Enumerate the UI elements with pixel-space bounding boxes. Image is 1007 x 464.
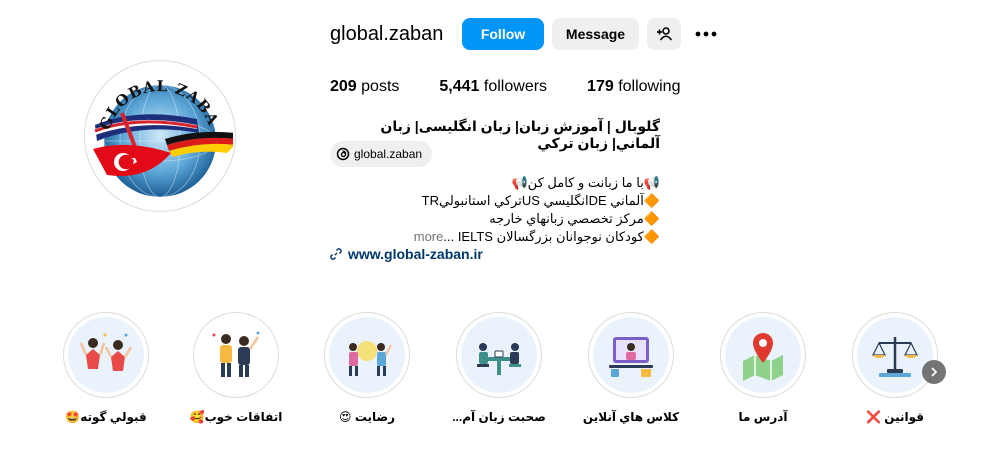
follow-button[interactable]: Follow <box>462 18 544 50</box>
highlight-ring <box>852 312 938 398</box>
highlight-5[interactable]: كلاس هاي آنلاين <box>566 312 696 424</box>
highlight-cover <box>329 317 405 393</box>
posts-count: 209 <box>330 78 357 95</box>
profile-avatar[interactable]: GLOBAL ZABAN <box>84 60 240 216</box>
highlight-3[interactable]: رضایت 😍 <box>302 312 432 424</box>
highlight-1[interactable]: قبولي گوته🤩 <box>41 312 171 424</box>
bio-line-2: 🔶آلماني DEانگليسي USتركي استانبوليTR <box>421 193 660 208</box>
posts-label: posts <box>361 78 400 95</box>
highlight-4[interactable]: صحبت زبان آم... <box>434 312 564 424</box>
group-celebration-icon <box>212 331 260 377</box>
highlight-label: صحبت زبان آم... <box>452 410 546 424</box>
celebrating-people-icon <box>79 333 133 371</box>
highlight-cover <box>857 317 933 393</box>
message-button[interactable]: Message <box>552 18 639 50</box>
website-link[interactable]: www.global-zaban.ir <box>330 246 483 262</box>
link-icon <box>330 248 342 260</box>
scales-of-justice-icon <box>872 337 918 377</box>
highlight-label: كلاس هاي آنلاين <box>582 410 680 424</box>
following-stat[interactable]: 179 following <box>587 78 680 96</box>
bio-line-4-row: 🔶كودكان نوجوانان بزرگسالان IELTS ...more <box>330 228 660 246</box>
more-options-button[interactable] <box>690 18 722 50</box>
bio-line-3: 🔶مرکز تخصصي زبانهاي خارجه <box>489 211 660 226</box>
more-link[interactable]: more <box>414 228 444 246</box>
highlight-ring <box>324 312 410 398</box>
bio-line-1: 📢با ما زبانت و کامل کن📢 <box>511 175 661 190</box>
username: global.zaban <box>330 22 444 45</box>
satisfaction-people-icon <box>349 341 392 376</box>
posts-stat: 209 posts <box>330 78 399 96</box>
highlight-ring <box>588 312 674 398</box>
global-zaban-logo: GLOBAL ZABAN <box>87 63 233 208</box>
more-options-icon <box>695 31 717 37</box>
highlights-next-button[interactable] <box>922 360 946 384</box>
highlight-cover <box>68 317 144 393</box>
online-class-icon <box>609 337 653 377</box>
following-count: 179 <box>587 78 614 95</box>
highlight-label: قبولي گوته🤩 <box>65 410 147 424</box>
highlight-ring <box>63 312 149 398</box>
followers-count: 5,441 <box>439 78 480 95</box>
highlight-ring <box>720 312 806 398</box>
followers-label: followers <box>483 78 548 95</box>
highlight-label: آدرس ما <box>738 410 788 424</box>
highlight-ring <box>456 312 542 398</box>
map-pin-icon <box>743 333 783 381</box>
threads-badge[interactable]: global.zaban <box>330 141 433 167</box>
chevron-right-icon <box>931 367 938 377</box>
profile-stats: 209 posts 5,441 followers 179 following <box>330 78 720 96</box>
add-user-icon <box>657 27 672 41</box>
highlight-cover <box>593 317 669 393</box>
highlight-2[interactable]: اتفاقات خوب🥰 <box>171 312 301 424</box>
threads-handle: global.zaban <box>354 147 423 161</box>
highlight-ring <box>193 312 279 398</box>
highlight-label: اتفاقات خوب🥰 <box>189 410 283 424</box>
highlight-label: رضایت 😍 <box>338 410 396 424</box>
highlight-cover <box>461 317 537 393</box>
following-label: following <box>618 78 681 95</box>
add-user-button[interactable] <box>647 18 681 50</box>
profile-header: global.zaban Follow Message <box>330 17 722 51</box>
bio-line-4: 🔶كودكان نوجوانان بزرگسالان IELTS ... <box>443 229 660 244</box>
highlight-cover <box>725 317 801 393</box>
threads-icon <box>336 147 350 161</box>
followers-stat[interactable]: 5,441 followers <box>439 78 547 96</box>
website-url: www.global-zaban.ir <box>348 246 483 262</box>
highlight-cover <box>198 317 274 393</box>
highlight-6[interactable]: آدرس ما <box>698 312 828 424</box>
highlight-label: قوانين ❌ <box>866 410 924 424</box>
conversation-table-icon <box>477 343 521 375</box>
avatar-ring: GLOBAL ZABAN <box>84 60 236 212</box>
